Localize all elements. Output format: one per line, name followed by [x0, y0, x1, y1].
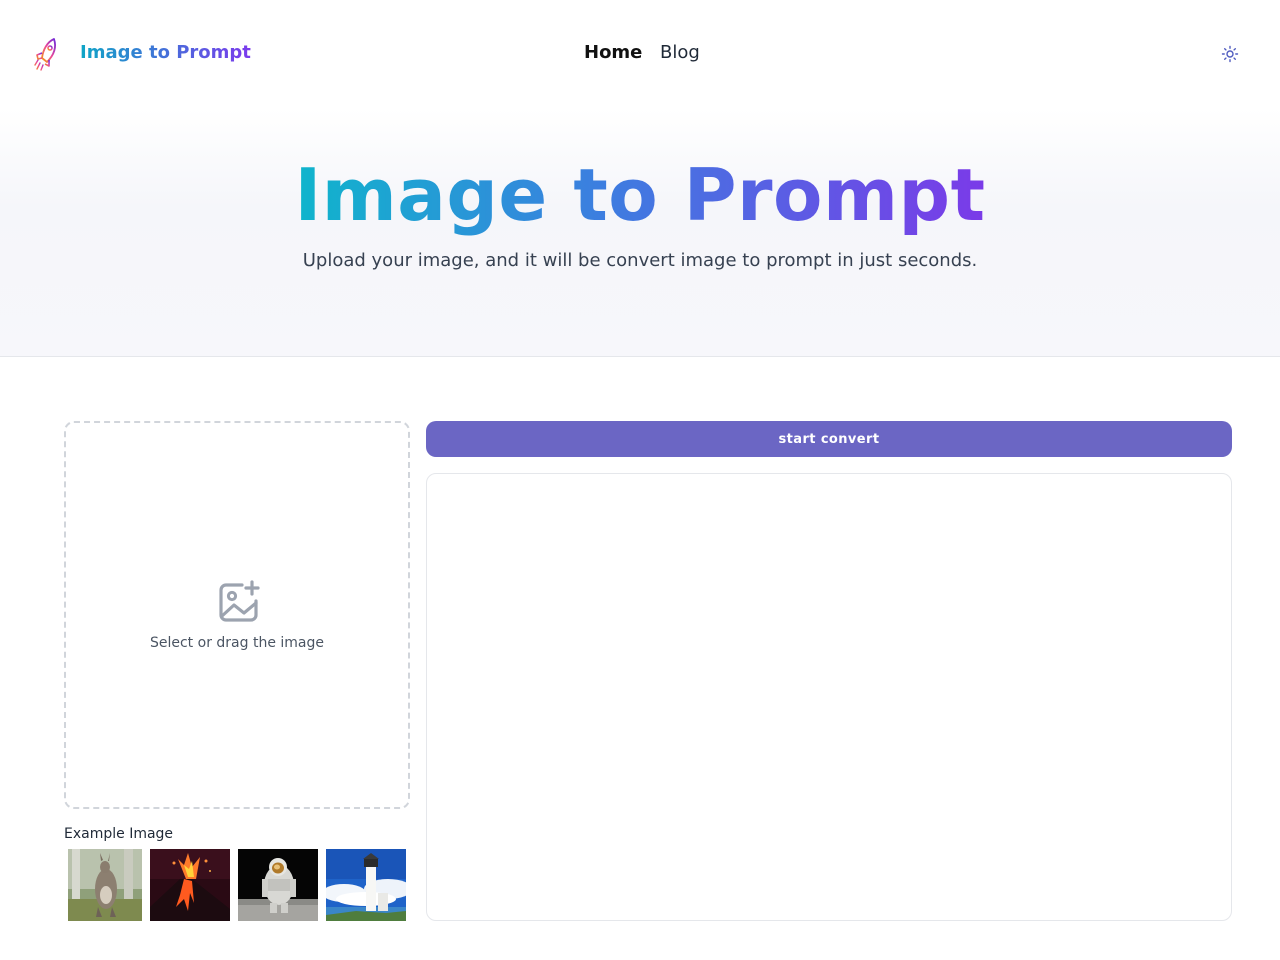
sun-icon[interactable]: [1220, 44, 1240, 64]
brand-name[interactable]: Image to Prompt: [80, 42, 251, 63]
example-thumb-lighthouse[interactable]: [326, 849, 406, 921]
nav-home[interactable]: Home: [584, 42, 642, 63]
rocket-icon[interactable]: [32, 36, 62, 72]
dropzone-hint: Select or drag the image: [149, 635, 324, 651]
nav-blog[interactable]: Blog: [660, 42, 700, 63]
example-image-label: Example Image: [64, 826, 174, 842]
start-convert-button[interactable]: start convert: [426, 421, 1232, 457]
top-navbar: Image to Prompt Home Blog: [0, 0, 1280, 108]
prompt-output-area[interactable]: [426, 473, 1232, 921]
page-subtitle: Upload your image, and it will be conver…: [302, 250, 978, 271]
example-thumb-astronaut[interactable]: [238, 849, 318, 921]
image-add-icon: [216, 579, 262, 625]
hero-section: Image to Prompt Upload your image, and i…: [0, 108, 1280, 357]
page-title-text: Image to Prompt: [294, 153, 986, 237]
page-title: Image to Prompt: [0, 150, 1280, 240]
image-dropzone[interactable]: Select or drag the image: [64, 421, 410, 809]
example-thumb-kangaroo[interactable]: [68, 849, 142, 921]
example-thumb-volcano[interactable]: [150, 849, 230, 921]
